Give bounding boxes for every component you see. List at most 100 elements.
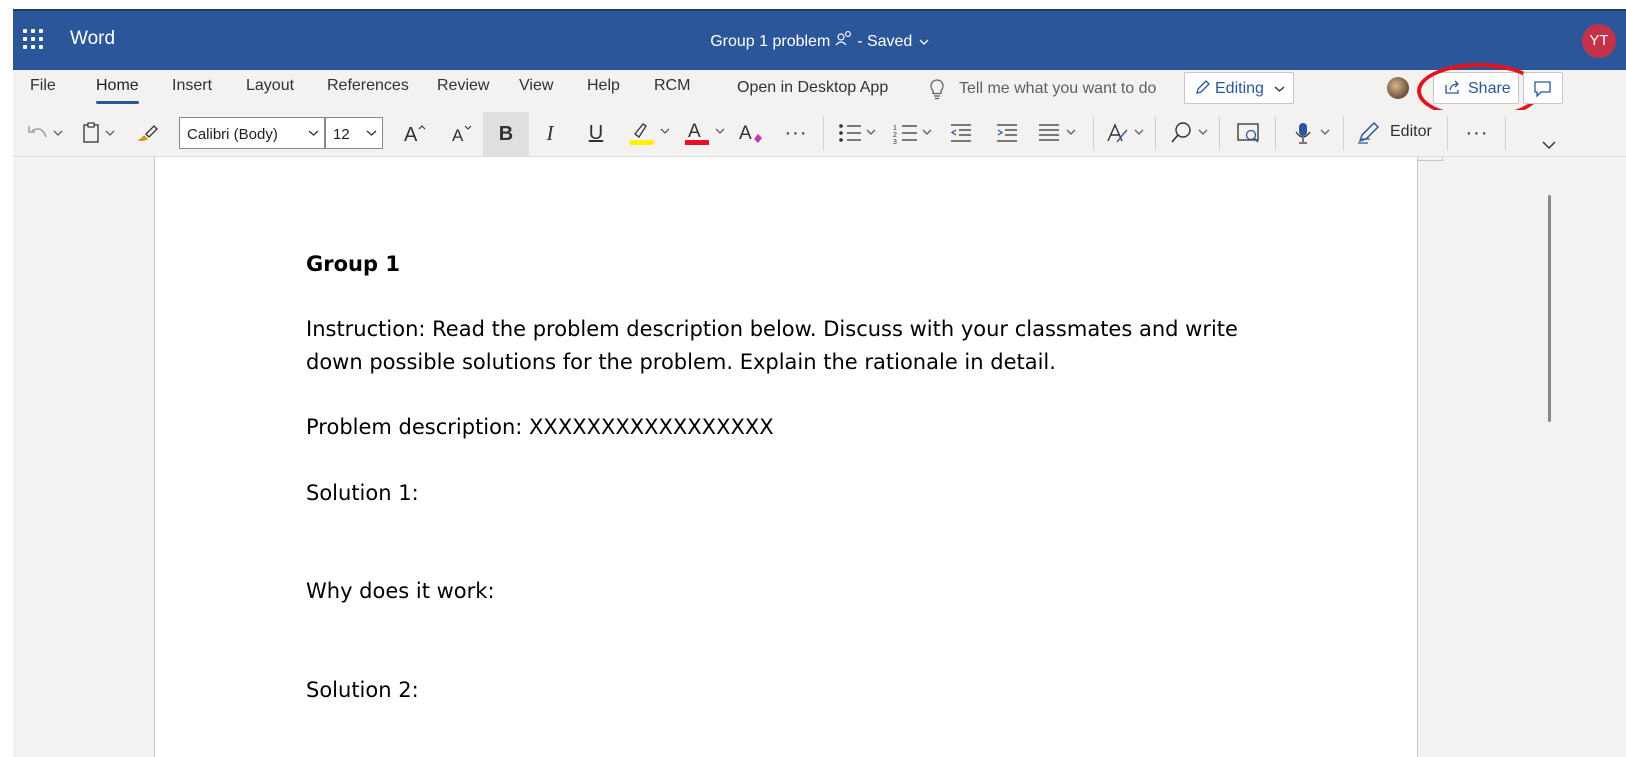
tab-rcm[interactable]: RCM [654,77,690,95]
pencil-icon [1196,80,1210,94]
scrollbar[interactable] [1545,157,1557,757]
title-bar: Word Group 1 problem - Saved YT [13,9,1626,70]
font-color-icon: A [685,121,725,145]
grow-font-button[interactable]: A [397,120,431,146]
toolbar-divider [1343,116,1344,150]
svg-text:A: A [739,123,752,144]
tab-home[interactable]: Home [96,77,139,95]
chevron-down-icon [308,130,319,136]
user-avatar[interactable]: YT [1582,24,1616,58]
chevron-down-icon [366,130,377,136]
undo-button[interactable] [25,120,67,146]
italic-button[interactable]: I [535,120,565,146]
scrollbar-thumb[interactable] [1548,195,1551,422]
editing-mode-button[interactable]: Editing [1184,72,1294,104]
find-button[interactable] [1169,120,1213,146]
clipboard-icon [83,122,115,143]
italic-icon: I [546,120,554,145]
underline-button[interactable]: U [581,120,611,146]
tab-insert[interactable]: Insert [172,77,212,95]
editor-label[interactable]: Editor [1390,123,1432,141]
document-heading: Group 1 [306,252,400,276]
ribbon-tab-row: File Home Insert Layout References Revie… [13,63,1626,119]
font-name-value: Calibri (Body) [187,126,278,143]
share-label: Share [1468,80,1511,97]
grow-font-icon: A [404,124,426,144]
ellipsis-icon: ··· [1465,121,1489,144]
open-in-desktop-app[interactable]: Open in Desktop App [737,79,888,97]
clear-formatting-button[interactable]: A [737,120,767,146]
expand-ribbon-button[interactable] [1541,136,1557,154]
chevron-down-icon [1542,141,1556,149]
bullets-button[interactable] [837,120,881,146]
comment-icon [1534,81,1551,98]
home-toolbar: Calibri (Body) 12 A A B I U A A ··· 123 [13,110,1626,157]
highlight-color-button[interactable] [629,120,673,146]
decrease-indent-button[interactable] [947,120,975,146]
font-size-value: 12 [333,126,350,143]
more-options-button[interactable]: ··· [1461,120,1493,146]
paste-button[interactable] [79,120,121,146]
document-title[interactable]: Group 1 problem [710,33,830,50]
paragraph-alignment-button[interactable] [1037,120,1081,146]
ellipsis-icon: ··· [784,121,808,144]
document-title-area[interactable]: Group 1 problem - Saved [13,30,1626,51]
solution-2-label: Solution 2: [306,678,419,702]
highlighter-icon [630,123,670,145]
dictate-button[interactable] [1291,120,1335,146]
chevron-down-icon[interactable] [919,33,929,51]
why-does-it-work-label: Why does it work: [306,579,495,603]
page-corner [1417,157,1443,161]
numbering-button[interactable]: 123 [893,120,937,146]
increase-indent-icon [997,124,1017,142]
underline-icon: U [588,121,604,144]
screen-top-edge [0,0,1626,9]
reuse-files-icon [1237,123,1259,143]
document-canvas: Group 1 Instruction: Read the problem de… [13,157,1626,757]
microphone-icon [1295,123,1330,144]
tab-help[interactable]: Help [587,77,620,95]
bullet-list-icon [839,124,876,142]
comments-button[interactable] [1523,72,1563,104]
reuse-files-button[interactable] [1233,120,1265,146]
styles-button[interactable] [1105,120,1149,146]
tell-me-search[interactable]: Tell me what you want to do [959,80,1156,98]
undo-icon [28,126,63,138]
tab-view[interactable]: View [519,77,553,95]
share-button[interactable]: Share [1433,72,1519,104]
tab-review[interactable]: Review [437,77,489,95]
bold-icon: B [498,122,514,145]
increase-indent-button[interactable] [993,120,1021,146]
editor-button[interactable] [1355,120,1383,146]
solution-1-label: Solution 1: [306,481,419,505]
toolbar-divider [1275,116,1276,150]
svg-text:1: 1 [893,125,897,132]
presence-icon [835,30,853,51]
instruction-line-1: Instruction: Read the problem descriptio… [306,317,1238,341]
toolbar-divider [823,116,824,150]
collaborator-avatar[interactable] [1387,77,1409,99]
svg-text:A: A [404,124,418,144]
toolbar-divider [1505,116,1506,150]
tab-references[interactable]: References [327,77,409,95]
align-left-icon [1039,124,1076,141]
lightbulb-icon [928,78,946,100]
decrease-indent-icon [950,124,971,142]
tab-layout[interactable]: Layout [246,77,294,95]
font-name-select[interactable]: Calibri (Body) [179,117,325,149]
document-page[interactable] [154,157,1418,757]
problem-description: Problem description: XXXXXXXXXXXXXXXXX [306,415,774,439]
format-painter-button[interactable] [133,120,163,146]
toolbar-divider [1093,116,1094,150]
search-icon [1171,122,1208,143]
format-painter-icon [137,125,158,141]
styles-icon [1107,123,1144,143]
bold-button[interactable]: B [483,112,529,156]
shrink-font-button[interactable]: A [443,120,477,146]
font-color-button[interactable]: A [684,120,728,146]
editing-mode-label: Editing [1215,80,1264,97]
font-size-select[interactable]: 12 [325,117,383,149]
tab-file[interactable]: File [30,77,56,95]
toolbar-divider [1447,116,1448,150]
more-font-options-button[interactable]: ··· [781,120,811,146]
